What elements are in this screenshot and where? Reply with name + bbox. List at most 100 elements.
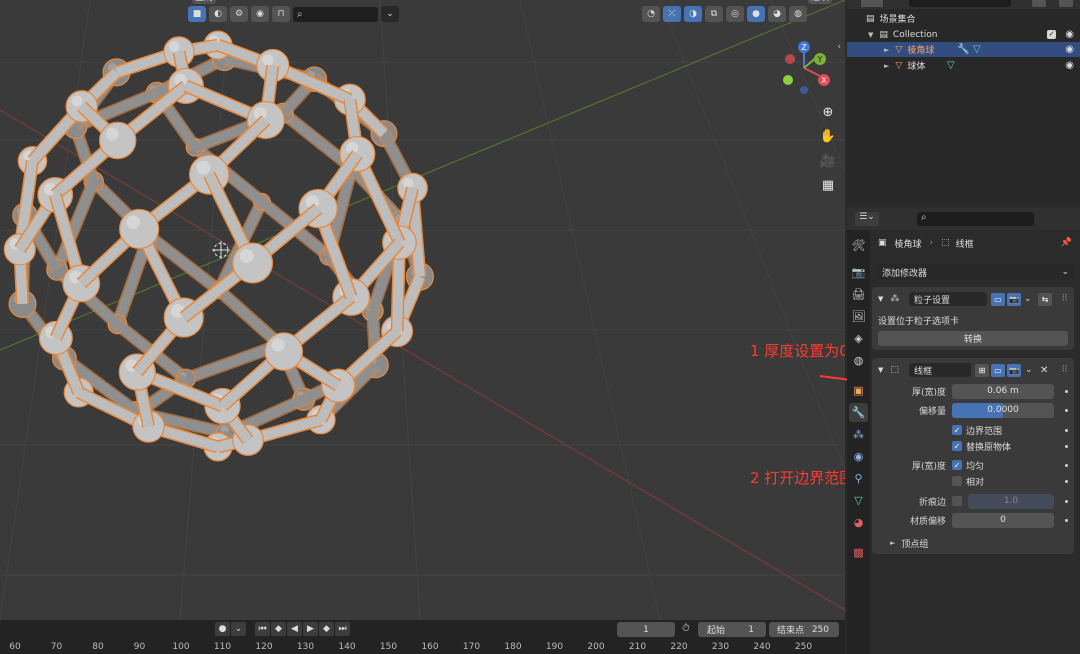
outliner-collection[interactable]: ▼ ▤ Collection ✓ ◉ — [847, 27, 1080, 42]
view-layer-tab-icon[interactable]: 🖼 — [849, 307, 868, 326]
visibility-icon[interactable]: ◔ — [642, 6, 660, 22]
keyframe-dot-icon[interactable] — [1065, 444, 1068, 448]
record-dropdown[interactable]: ⌄ — [231, 622, 246, 636]
outliner-scene-collection[interactable]: ▤ 场景集合 — [847, 11, 1080, 26]
options-dropdown[interactable]: 选项 — [808, 0, 833, 4]
convert-button[interactable]: 转换 — [878, 331, 1068, 346]
material-shading-icon[interactable]: ◕ — [768, 6, 786, 22]
drag-handle-icon[interactable]: ⠿ — [1061, 365, 1068, 375]
expand-icon[interactable]: ► — [884, 62, 889, 70]
wireframe-shading-icon[interactable]: ◎ — [726, 6, 744, 22]
zoom-icon[interactable]: ⊕ — [817, 101, 839, 123]
keyframe-dot-icon[interactable] — [1065, 463, 1068, 467]
expand-icon[interactable]: ► — [884, 46, 889, 54]
play-icon[interactable]: ▶ — [303, 622, 318, 636]
outliner-item-bevel-ball[interactable]: ► ▽ 棱角球 🔧 ▽ ◉ — [847, 42, 1080, 57]
material-tab-icon[interactable]: ◕ — [849, 513, 868, 532]
render-tab-icon[interactable]: 📷 — [849, 263, 868, 282]
keyframe-dot-icon[interactable] — [1065, 428, 1068, 432]
outliner-item-sphere[interactable]: ► ▽ 球体 ▽ ◉ — [847, 58, 1080, 73]
collection-checkbox-icon[interactable]: ✓ — [1047, 30, 1056, 39]
next-keyframe-icon[interactable]: ◆ — [319, 622, 334, 636]
material-offset-field[interactable]: 0 — [952, 512, 1054, 528]
grid-ortho-icon[interactable]: ▦ — [817, 174, 839, 196]
collapse-icon[interactable]: ▼ — [878, 366, 883, 374]
new-collection-icon[interactable] — [1059, 0, 1073, 7]
properties-search-input[interactable]: ⌕ — [917, 212, 1034, 226]
navigation-gizmo[interactable]: Z Y X — [778, 40, 830, 96]
outliner-search-input[interactable] — [909, 0, 1011, 7]
current-frame-field[interactable]: 1 — [617, 622, 675, 637]
y-neg-axis-icon[interactable] — [783, 75, 793, 85]
keyframe-dot-icon[interactable] — [1065, 408, 1068, 412]
boundary-checkbox[interactable]: ✓ — [952, 425, 962, 435]
keyframe-dot-icon[interactable] — [1065, 499, 1068, 503]
outliner-filter-icon[interactable] — [1032, 0, 1046, 7]
data-tab-icon[interactable]: ▽ — [849, 491, 868, 510]
wireframe-modifier-name-field[interactable]: 线框 — [909, 363, 971, 377]
modifier-tab-icon[interactable]: 🔧 — [849, 403, 868, 422]
pin-icon[interactable]: 📌 — [1061, 238, 1072, 248]
transform-orientation-dropdown[interactable]: 全局 — [192, 0, 217, 4]
end-frame-field[interactable]: 结束点 250 — [769, 622, 839, 637]
camera-icon[interactable]: 🎥 — [817, 150, 839, 172]
z-neg-axis-icon[interactable] — [800, 86, 808, 94]
object-tab-icon[interactable]: ▣ — [849, 381, 868, 400]
eye-icon[interactable]: ◉ — [1065, 44, 1074, 55]
x-neg-axis-icon[interactable] — [785, 54, 795, 64]
clock-icon[interactable]: ⏱ — [682, 623, 690, 634]
render-icon[interactable]: 📷 — [1007, 293, 1021, 306]
physics-tab-icon[interactable]: ◉ — [849, 447, 868, 466]
jump-end-icon[interactable]: ⏭ — [335, 622, 350, 636]
scene-tab-icon[interactable]: ◈ — [849, 329, 868, 348]
replace-original-checkbox[interactable]: ✓ — [952, 441, 962, 451]
particles-tab-icon[interactable]: ⁂ — [849, 425, 868, 444]
thickness-field[interactable]: 0.06 m — [952, 383, 1054, 399]
xray-icon[interactable]: ⧉ — [705, 6, 723, 22]
texture-tab-icon[interactable]: ▩ — [849, 543, 868, 562]
rendered-shading-icon[interactable]: ◍ — [789, 6, 807, 22]
edit-mode-icon[interactable]: ▭ — [991, 364, 1005, 377]
frame-ruler[interactable]: 60 70 80 90 100 110 120 130 140 150 160 170 180 190 20… — [0, 642, 845, 654]
add-modifier-dropdown[interactable]: 添加修改器 ⌄ — [876, 264, 1074, 280]
close-icon[interactable]: ✕ — [1040, 365, 1048, 376]
record-icon[interactable]: ● — [215, 622, 230, 636]
keyframe-dot-icon[interactable] — [1065, 479, 1068, 483]
jump-start-icon[interactable]: ⏮ — [255, 622, 270, 636]
overlay-toggle-icon[interactable]: ◑ — [684, 6, 702, 22]
timeline[interactable]: ● ⌄ ⏮ ◆ ◀ ▶ ◆ ⏭ 1 ⏱ 起始 1 结束点 250 60 70 80 9… — [0, 620, 845, 654]
vertex-group-row[interactable]: ► 顶点组 — [872, 535, 1074, 551]
hand-pan-icon[interactable]: ✋ — [817, 125, 839, 147]
eye-icon[interactable]: ◉ — [1065, 60, 1074, 71]
transform-icon[interactable]: ⚙ — [230, 6, 248, 22]
editor-type-dropdown[interactable]: ☰⌄ — [855, 212, 879, 226]
play-reverse-icon[interactable]: ◀ — [287, 622, 302, 636]
chevron-down-icon[interactable]: ⌄ — [1025, 365, 1033, 375]
viewport-search-input[interactable]: ⌕ — [293, 6, 378, 22]
proportional-icon[interactable]: ⊓ — [272, 6, 290, 22]
gizmo-toggle-icon[interactable]: ⤫ — [663, 6, 681, 22]
solid-shading-icon[interactable]: ● — [747, 6, 765, 22]
toggle-icon[interactable]: ⇆ — [1038, 293, 1052, 306]
expand-icon[interactable]: ▼ — [868, 31, 873, 39]
on-cage-icon[interactable]: ⊞ — [975, 364, 989, 377]
viewport-filter-dropdown[interactable]: ⌄ — [381, 6, 399, 22]
sidebar-toggle-icon[interactable]: ‹ — [837, 42, 841, 52]
3d-viewport[interactable]: ■ ◐ ⚙ ◉ ⊓ ⌕ ⌄ 全局 选项 ◔ ⤫ ◑ ⧉ ◎ ● ◕ ◍ Z Y … — [0, 0, 845, 620]
display-mode-dropdown[interactable] — [861, 0, 883, 7]
start-frame-field[interactable]: 起始 1 — [698, 622, 766, 637]
even-checkbox[interactable]: ✓ — [952, 460, 962, 470]
keyframe-dot-icon[interactable] — [1065, 518, 1068, 522]
eye-icon[interactable]: ◉ — [1065, 29, 1074, 40]
relative-checkbox[interactable] — [952, 476, 962, 486]
tool-tab-icon[interactable]: 🛠 — [849, 236, 868, 255]
output-tab-icon[interactable]: 🖨 — [849, 285, 868, 304]
crease-weight-field[interactable]: 1.0 — [968, 493, 1054, 509]
collapse-icon[interactable]: ▼ — [878, 295, 883, 303]
edit-mode-icon[interactable]: ▭ — [991, 293, 1005, 306]
world-tab-icon[interactable]: ◍ — [849, 351, 868, 370]
crease-checkbox[interactable] — [952, 496, 962, 506]
render-icon[interactable]: 📷 — [1007, 364, 1021, 377]
prev-keyframe-icon[interactable]: ◆ — [271, 622, 286, 636]
expand-icon[interactable]: ► — [890, 539, 895, 547]
